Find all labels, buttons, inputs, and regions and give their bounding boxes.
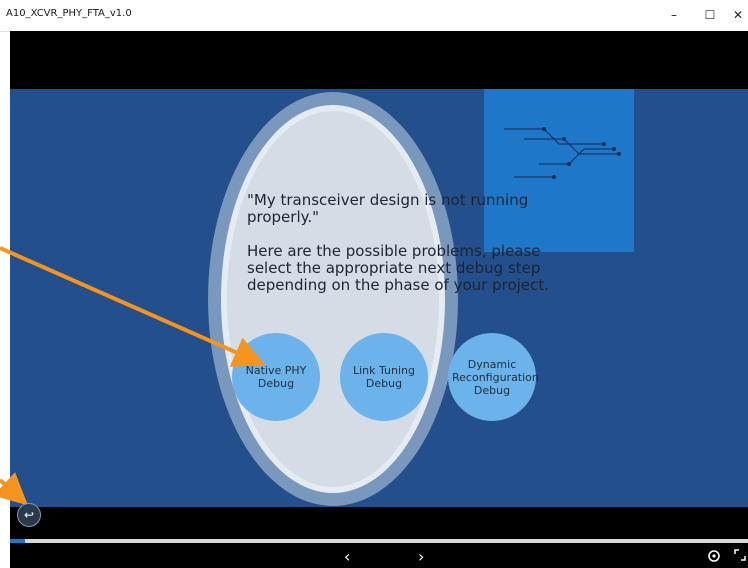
slide-canvas: [10, 89, 748, 507]
window-titlebar: A10_XCVR_PHY_FTA_v1.0 – ☐ ✕: [0, 0, 748, 32]
minimize-button[interactable]: –: [660, 2, 688, 28]
window-title: A10_XCVR_PHY_FTA_v1.0: [6, 8, 132, 19]
native-phy-debug-label: Native PHY Debug: [245, 364, 307, 390]
progress-fill: [10, 539, 25, 543]
slide-message: "My transceiver design is not running pr…: [247, 191, 549, 294]
link-tuning-debug-label: Link Tuning Debug: [352, 364, 416, 390]
dynamic-reconfiguration-debug-label: Dynamic Reconfiguration Debug: [452, 357, 539, 397]
close-button[interactable]: ✕: [724, 2, 748, 28]
progress-bar[interactable]: [10, 539, 748, 543]
main-circle: [208, 92, 458, 506]
native-phy-debug-button[interactable]: Native PHY Debug: [232, 333, 320, 421]
fullscreen-icon[interactable]: [734, 549, 746, 561]
player-controls: [10, 507, 748, 567]
dynamic-reconfiguration-debug-button[interactable]: Dynamic Reconfiguration Debug: [448, 333, 539, 421]
settings-icon[interactable]: [706, 548, 722, 564]
maximize-button[interactable]: ☐: [696, 2, 724, 28]
next-button[interactable]: ›: [418, 547, 424, 566]
prev-button[interactable]: ‹: [344, 547, 350, 566]
back-icon[interactable]: ↩: [17, 503, 41, 527]
link-tuning-debug-button[interactable]: Link Tuning Debug: [340, 333, 428, 421]
